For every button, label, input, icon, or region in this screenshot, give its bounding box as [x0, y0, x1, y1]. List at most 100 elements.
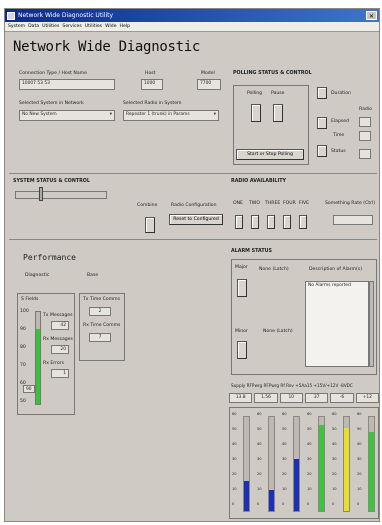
minor-indicator — [237, 341, 247, 359]
menu-item[interactable]: Help — [120, 24, 130, 29]
meter-scale-tick: 20 — [257, 472, 262, 476]
perf-scale: 100 90 80 70 60 50 — [19, 309, 33, 409]
signal-value: 10 — [279, 393, 303, 403]
close-icon[interactable]: ✕ — [366, 11, 377, 20]
ra-toggle-5[interactable] — [299, 215, 307, 229]
major-indicator — [237, 279, 247, 297]
ra-extra-field[interactable] — [333, 215, 373, 225]
major-label: Major — [235, 265, 248, 270]
system-slider-thumb[interactable] — [39, 187, 43, 201]
tx-time-comms-value[interactable]: 2 — [89, 307, 111, 316]
signal-value: -6 — [330, 393, 354, 403]
signal-value: 13.8 — [229, 393, 253, 403]
rx-messages-value[interactable]: 20 — [51, 345, 69, 354]
meter-scale-tick: 10 — [357, 487, 362, 491]
meter-scale: 60 50 40 30 20 10 0 — [357, 412, 365, 512]
meter-scale-tick: 30 — [332, 457, 337, 461]
meter-fill — [369, 432, 374, 511]
ra-extra-label: Something Rate (Ctrl) — [325, 201, 376, 206]
tx-messages-label: Tx Messages — [43, 313, 73, 318]
none-latch-2: None (Latch) — [263, 329, 293, 334]
conn-field[interactable]: 10007 53 53 — [19, 79, 115, 90]
meter-scale-tick: 60 — [232, 412, 237, 416]
selected-radio-label: Selected Radio in System — [123, 101, 182, 106]
meter-scale-tick: 10 — [332, 487, 337, 491]
rx-time-comms-value[interactable]: 7 — [89, 333, 111, 342]
meter-scale: 60 50 40 30 20 10 0 — [307, 412, 315, 512]
host-field[interactable]: 1000 — [141, 79, 163, 90]
perf-scale-tick: 100 — [20, 309, 29, 314]
elapsed-label: Elapsed — [331, 119, 350, 124]
meter-scale-tick: 40 — [332, 442, 337, 446]
meter-scale-tick: 10 — [232, 487, 237, 491]
alarm-desc-label: Description of Alarm(s) — [309, 267, 363, 272]
meter-scale: 60 50 40 30 20 10 0 — [232, 412, 240, 512]
meter-scale-tick: 60 — [257, 412, 262, 416]
alarm-desc-box[interactable]: No Alarms reported — [305, 281, 369, 367]
status-label: Status — [331, 149, 346, 154]
time-label: Time — [333, 133, 345, 138]
meter-scale-tick: 20 — [332, 472, 337, 476]
perf-scale-tick: 90 — [20, 327, 26, 332]
menu-item[interactable]: System — [8, 24, 25, 29]
menu-item[interactable]: Utilities — [42, 24, 59, 29]
ra-col-three: THREE — [265, 201, 281, 206]
ra-col-one: ONE — [233, 201, 243, 206]
radio-field-3[interactable] — [359, 149, 371, 159]
perf-scale-tick: 70 — [20, 363, 26, 368]
ra-toggle-3[interactable] — [267, 215, 275, 229]
elapsed-spinner[interactable] — [317, 117, 327, 129]
meter-scale-tick: 0 — [257, 502, 260, 506]
s-fields-value[interactable]: 90 — [23, 385, 35, 393]
menu-item[interactable]: Wide — [105, 24, 116, 29]
selected-radio-select[interactable]: Repeater 1 (trunk) in Params ▾ — [123, 110, 219, 121]
radio-field-1[interactable] — [359, 117, 371, 127]
meter-track — [318, 416, 325, 512]
rx-errors-value[interactable]: 1 — [51, 369, 69, 378]
meter-scale-tick: 30 — [257, 457, 262, 461]
none-latch-1: None (Latch) — [259, 267, 289, 272]
selected-system-select[interactable]: No New System ▾ — [19, 110, 115, 121]
model-field[interactable]: 7700 — [197, 79, 221, 90]
meter-scale-tick: 30 — [282, 457, 287, 461]
selected-system-value: No New System — [22, 112, 57, 117]
model-label: Model — [201, 71, 215, 76]
polling-toggle[interactable] — [251, 104, 261, 122]
meter-track — [268, 416, 275, 512]
start-stop-polling-button[interactable]: Start or Stop Polling — [236, 149, 304, 160]
meter-scale-tick: 0 — [282, 502, 285, 506]
tx-messages-value[interactable]: 42 — [51, 321, 69, 330]
meter-track — [243, 416, 250, 512]
host-label: Host — [145, 71, 156, 76]
alarm-scrollbar[interactable] — [369, 281, 374, 367]
signal-value-row: 13.8 1.56 10 37 -6 +12 — [229, 393, 379, 403]
radio-field-2[interactable] — [359, 131, 371, 141]
pause-toggle[interactable] — [273, 104, 283, 122]
meter-fill — [244, 480, 249, 511]
ra-toggle-1[interactable] — [235, 215, 243, 229]
combine-toggle[interactable] — [145, 217, 155, 233]
diagnostic-label: Diagnostic — [25, 273, 50, 278]
chevron-down-icon: ▾ — [213, 112, 216, 117]
menu-item[interactable]: Services — [62, 24, 81, 29]
meter-scale-tick: 30 — [307, 457, 312, 461]
meter-scale-tick: 60 — [357, 412, 362, 416]
alarm-section-title: ALARM STATUS — [231, 249, 272, 254]
meter-scale-tick: 40 — [257, 442, 262, 446]
reset-configured-button[interactable]: Reset to Configured — [169, 214, 223, 225]
radio-config-label: Radio Configuration — [171, 203, 217, 208]
ra-toggle-2[interactable] — [251, 215, 259, 229]
duration-spinner[interactable] — [317, 87, 327, 99]
ra-toggle-4[interactable] — [283, 215, 291, 229]
meter-scale-tick: 20 — [232, 472, 237, 476]
system-slider-track[interactable] — [15, 191, 107, 199]
menu-item[interactable]: Utilities — [85, 24, 102, 29]
meter-scale-tick: 50 — [357, 427, 362, 431]
duration-label: Duration — [331, 91, 351, 96]
menu-item[interactable]: Data — [28, 24, 39, 29]
meter-scale-tick: 60 — [307, 412, 312, 416]
minor-label: Minor — [235, 329, 248, 334]
status-spinner[interactable] — [317, 145, 327, 157]
rx-errors-label: Rx Errors — [43, 361, 64, 366]
divider — [9, 173, 377, 174]
